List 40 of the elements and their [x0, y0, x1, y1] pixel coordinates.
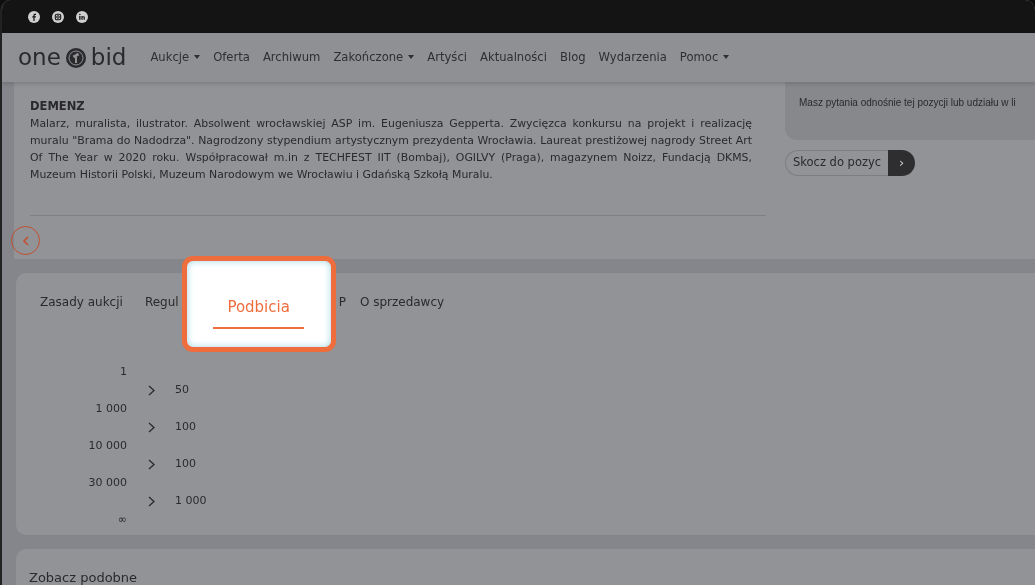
- info-text: Masz pytania odnośnie tej pozycji lub udziału w li: [799, 97, 1016, 108]
- social-icon[interactable]: [76, 10, 88, 23]
- bid-increment: 100: [175, 419, 196, 435]
- nav-link[interactable]: Zakończone: [333, 48, 415, 67]
- chevron-right-icon: [148, 495, 155, 507]
- chevron-right-icon: [148, 421, 155, 433]
- price-threshold: 1 000: [95, 401, 127, 417]
- tab[interactable]: Regul: [144, 294, 179, 310]
- tab[interactable]: O sprzedawcy: [359, 294, 445, 310]
- chevron-left-icon: [21, 235, 30, 246]
- jump-to-item-field[interactable]: Skocz do pozyc: [785, 150, 888, 176]
- nav-link[interactable]: Oferta: [213, 48, 250, 67]
- social-icon[interactable]: [28, 10, 40, 23]
- gavel-coin-icon: [64, 46, 87, 69]
- nav-link[interactable]: Archiwum: [262, 48, 321, 67]
- price-threshold: 10 000: [88, 438, 127, 454]
- section-title: Zobacz podobne: [29, 570, 138, 585]
- price-threshold: 30 000: [88, 475, 127, 491]
- nav-link[interactable]: Artyści: [427, 48, 467, 67]
- chevron-right-icon: [148, 384, 155, 396]
- bid-increment: 50: [175, 382, 189, 398]
- nav-link[interactable]: Wydarzenia: [598, 48, 667, 67]
- artist-bio: Malarz, muralista, ilustrator. Absolwent wrocławskiej ASP im. Eugeniusza Gepperta. Zwycięzca konkursu na projekt i realizację muralu "Brama do Nadodrza". Nagrodzony stypendium artystycznym prezydenta Wrocławia. Laureat prestiżowej nagrody Street Art Of The Year w 2020 roku. Współpracował m.in z TECHFEST IIT (Bombaj), OGILVY (Praga), magazynem Noizz, Fundacją DKMS, Muzeum Historii Polski, Muzeum Narodowym we Wrocławiu i Gdańską Szkołą Muralu.: [30, 116, 752, 184]
- tab[interactable]: P: [338, 294, 346, 310]
- logo-text[interactable]: one: [18, 46, 61, 69]
- nav-link[interactable]: Aktualności: [480, 48, 547, 67]
- nav-link[interactable]: Blog: [559, 48, 586, 67]
- price-threshold: ∞: [117, 512, 127, 528]
- tab[interactable]: Podbicia: [213, 295, 304, 329]
- logo-text[interactable]: bid: [90, 46, 127, 69]
- nav-link[interactable]: Pomoc: [679, 48, 730, 67]
- nav-link[interactable]: Aukcje: [150, 48, 201, 67]
- social-icon[interactable]: [52, 10, 64, 23]
- go-button[interactable]: ›: [888, 150, 915, 176]
- bid-increment: 1 000: [175, 493, 207, 509]
- bid-increment: 100: [175, 456, 196, 472]
- price-threshold: 1: [120, 364, 127, 380]
- chevron-right-icon: [148, 458, 155, 470]
- tab[interactable]: Zasady aukcji: [40, 294, 123, 310]
- artist-name: DEMENZ: [30, 98, 86, 115]
